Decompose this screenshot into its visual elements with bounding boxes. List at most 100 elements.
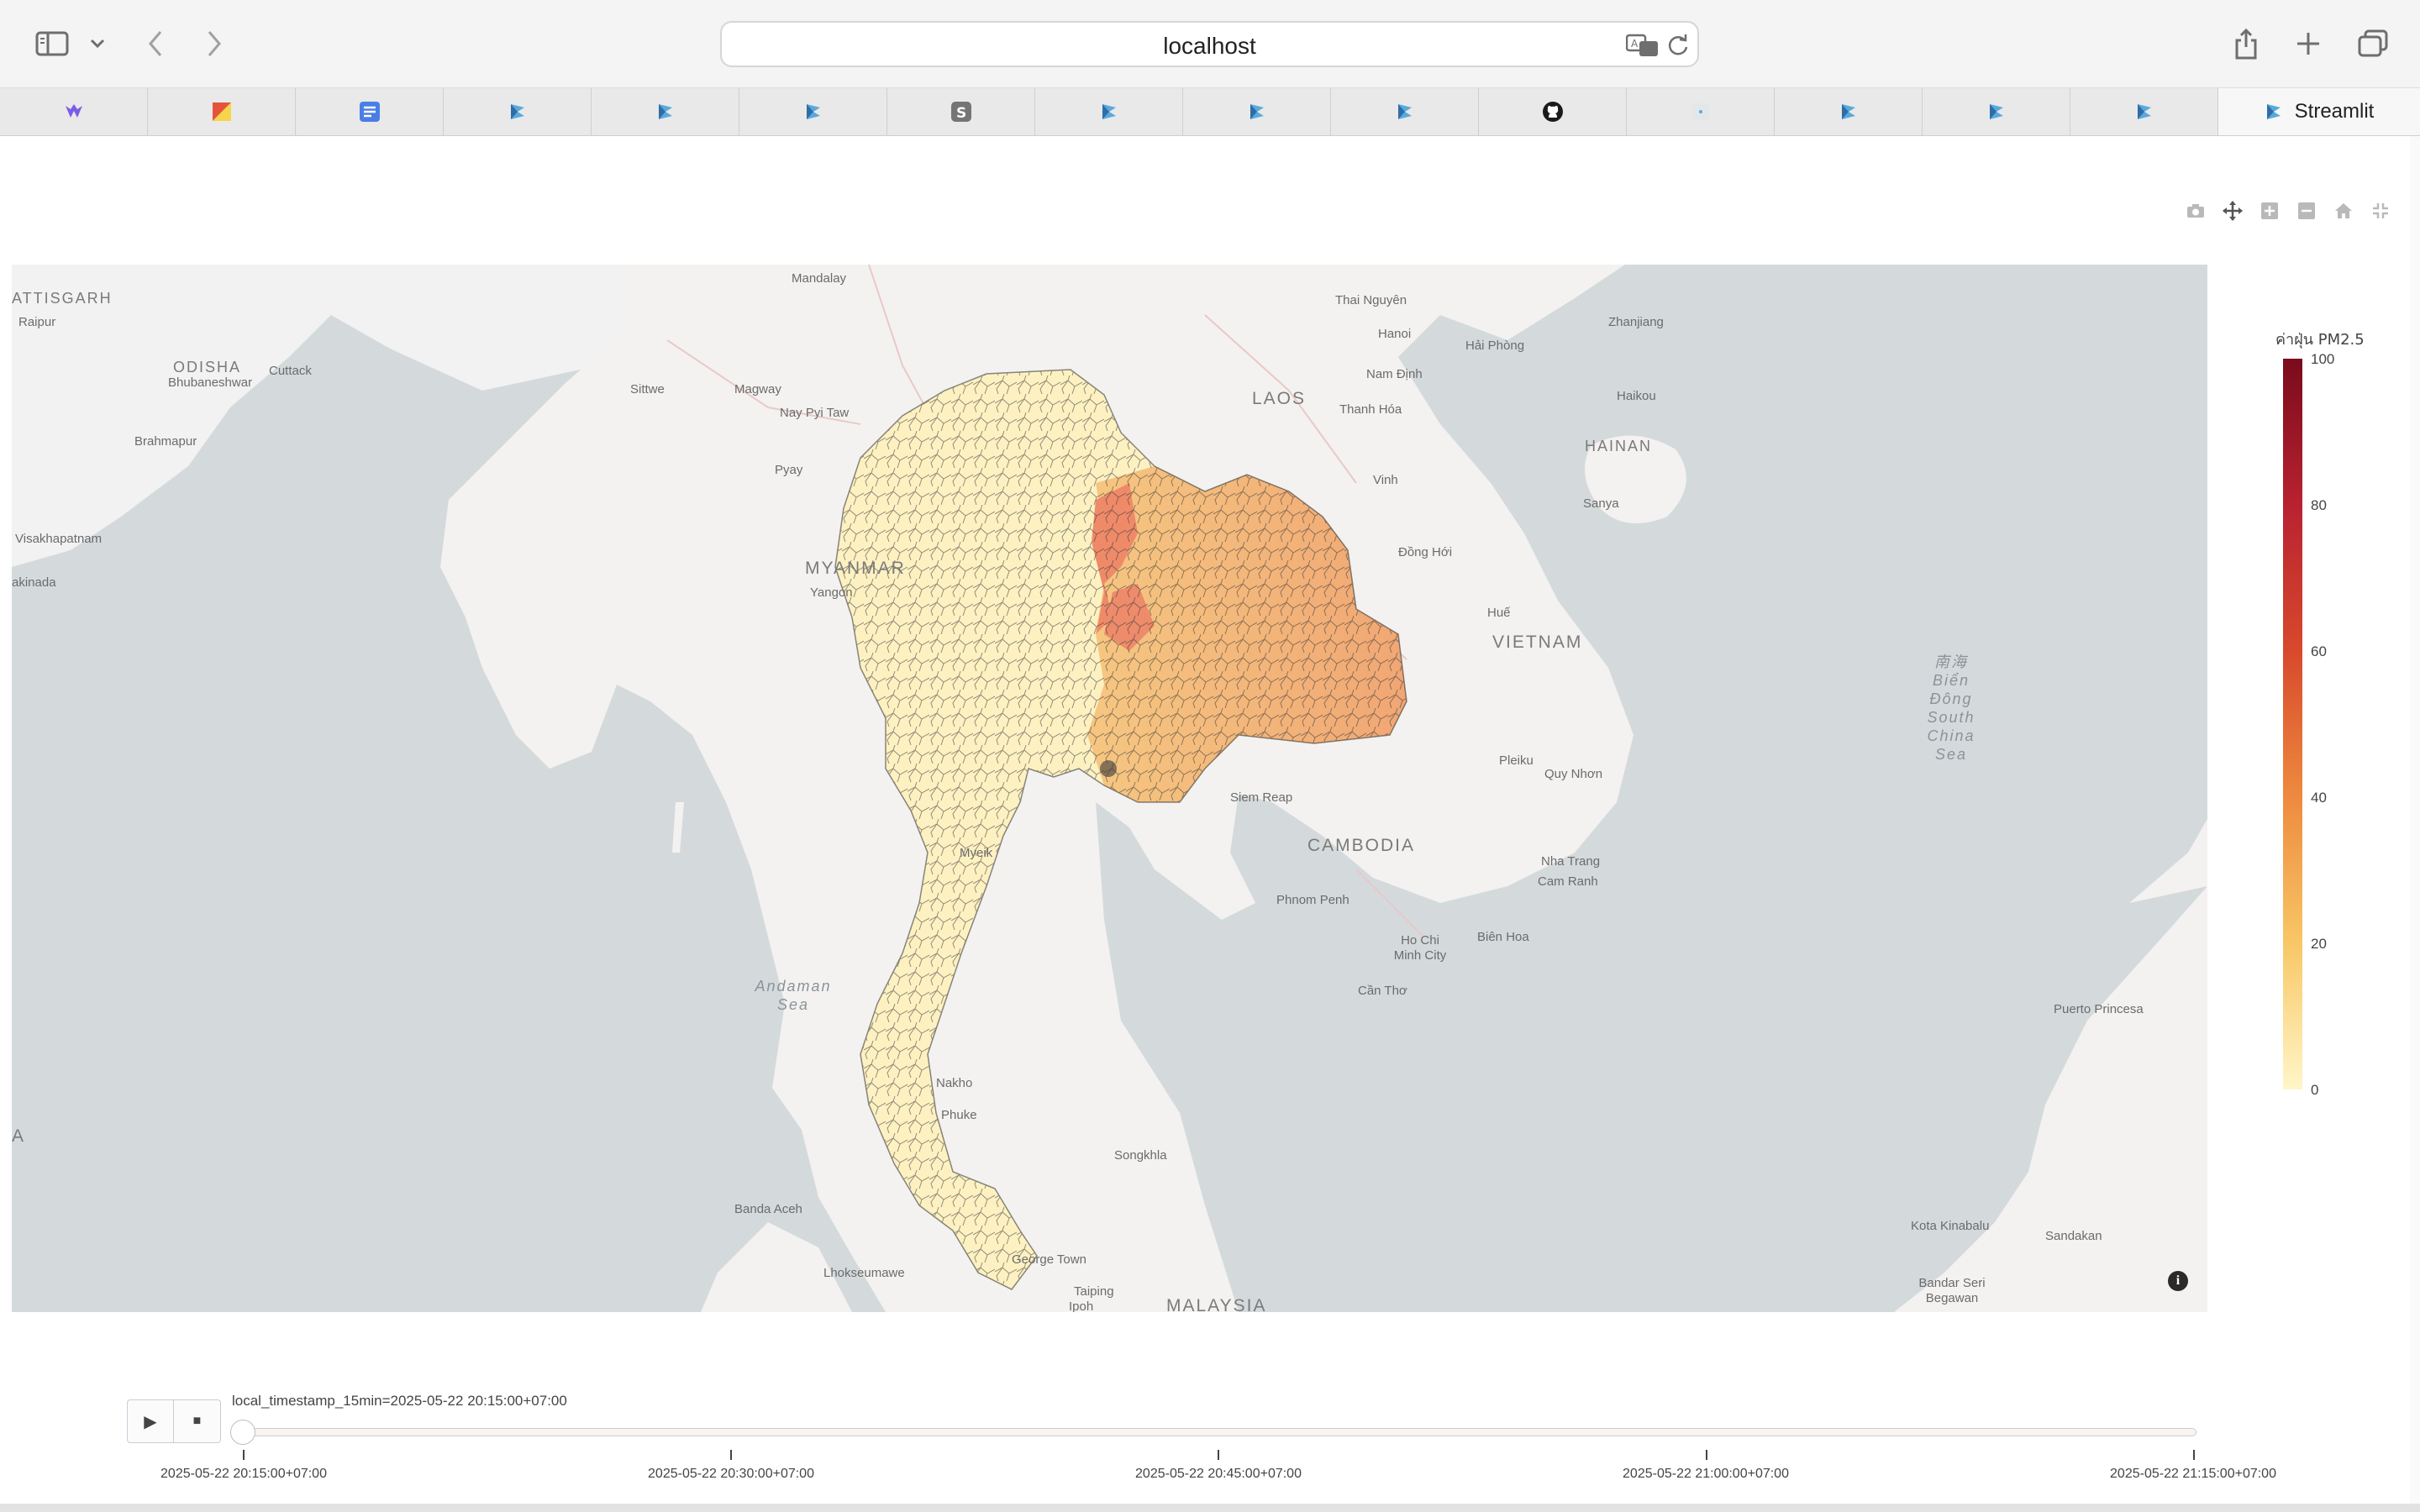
tab-1[interactable] xyxy=(0,88,148,135)
tab-8[interactable] xyxy=(1035,88,1183,135)
tab-13[interactable] xyxy=(1775,88,1923,135)
streamlit-icon xyxy=(806,104,820,119)
map-label-country: MALAYSIA xyxy=(1166,1296,1267,1312)
map-label-city: Vinh xyxy=(1373,473,1398,487)
tab-5[interactable] xyxy=(592,88,739,135)
map-label-city: Cần Thơ xyxy=(1358,984,1407,998)
slider-rail[interactable] xyxy=(232,1428,2196,1436)
slider-tick xyxy=(1218,1450,1219,1460)
map-label-city: Đồng Hới xyxy=(1398,545,1453,559)
page-scrollbar[interactable] xyxy=(2410,136,2420,1512)
colorbar xyxy=(2283,359,2302,1089)
map-label-city: Ipoh xyxy=(1069,1299,1094,1312)
map-label-city: Pleiku xyxy=(1499,753,1534,768)
map-attribution-info-icon[interactable]: i xyxy=(2168,1271,2188,1291)
map-label-region: A xyxy=(12,1126,26,1146)
tab-7[interactable]: S xyxy=(887,88,1035,135)
map-label-city: Yangon xyxy=(810,585,853,600)
map-label-region: ODISHA xyxy=(173,359,242,375)
colorbar-tick: 40 xyxy=(2311,790,2327,806)
reload-icon[interactable] xyxy=(1666,34,1690,61)
streamlit-icon xyxy=(1397,104,1412,119)
map-label-city: Cam Ranh xyxy=(1538,874,1598,889)
slider-step-label[interactable]: 2025-05-22 21:00:00+07:00 xyxy=(1623,1467,1789,1482)
home-icon[interactable] xyxy=(2333,200,2354,222)
colorbar-tick: 0 xyxy=(2311,1082,2319,1098)
slider-step-label[interactable]: 2025-05-22 21:15:00+07:00 xyxy=(2110,1467,2276,1482)
tab-14[interactable] xyxy=(1923,88,2070,135)
tab-9[interactable] xyxy=(1183,88,1331,135)
map-label-city: Magway xyxy=(734,382,781,396)
play-button[interactable]: ▶ xyxy=(127,1399,174,1443)
map-label-city: Raipur xyxy=(18,315,56,329)
slider-step-label[interactable]: 2025-05-22 20:30:00+07:00 xyxy=(648,1467,814,1482)
tab-overview-icon[interactable] xyxy=(2356,24,2390,64)
colorbar-tick: 60 xyxy=(2311,643,2327,659)
tab-3[interactable] xyxy=(296,88,444,135)
map-label-city: Thai Nguyên xyxy=(1335,293,1407,307)
s-icon: S xyxy=(950,102,971,122)
map-label-city: Sanya xyxy=(1583,496,1619,511)
map-label-country: CAMBODIA xyxy=(1307,836,1416,855)
slider-current-value: local_timestamp_15min=2025-05-22 20:15:0… xyxy=(232,1393,567,1409)
docs-icon xyxy=(359,102,380,122)
streamlit-icon xyxy=(1249,104,1264,119)
address-bar[interactable]: localhost A xyxy=(720,21,1699,67)
map-label-city: Myeik xyxy=(960,846,993,860)
map-label-country: MYANMAR xyxy=(805,559,906,578)
fullscreen-icon[interactable] xyxy=(2370,200,2391,222)
map-label-city: Banda Aceh xyxy=(734,1202,802,1216)
plot-modebar xyxy=(2185,200,2391,225)
map-label-city: Brahmapur xyxy=(134,434,197,449)
map-label-city: Quy Nhơn xyxy=(1544,767,1603,781)
map-label-city: Siem Reap xyxy=(1230,790,1293,805)
map-basemap xyxy=(12,265,2207,1312)
slider-step-label[interactable]: 2025-05-22 20:15:00+07:00 xyxy=(160,1467,327,1482)
map-label-city: Kota Kinabalu xyxy=(1911,1219,1990,1233)
map-label-city: akinada xyxy=(12,575,56,590)
map-label-city: Sittwe xyxy=(630,382,665,396)
tab-2[interactable] xyxy=(148,88,296,135)
tab-15[interactable] xyxy=(2070,88,2218,135)
map-label-city: Phnom Penh xyxy=(1276,893,1349,907)
choropleth-map[interactable]: Mandalay Thai Nguyên Hanoi Hải Phòng Zha… xyxy=(12,265,2207,1312)
tab-10[interactable] xyxy=(1331,88,1479,135)
colorbar-tick: 20 xyxy=(2311,936,2327,952)
back-icon[interactable] xyxy=(141,24,170,64)
map-label-city: Phuke xyxy=(941,1108,977,1122)
sidebar-toggle-icon[interactable] xyxy=(34,24,71,64)
translate-icon[interactable]: A xyxy=(1625,33,1660,62)
streamlit-icon xyxy=(1841,104,1855,119)
zoom-out-icon[interactable] xyxy=(2296,200,2317,222)
tab-streamlit-active[interactable]: Streamlit xyxy=(2218,88,2420,135)
map-label-city: Ho Chi Minh City xyxy=(1393,933,1447,963)
slider-handle[interactable] xyxy=(230,1420,255,1445)
url-text: localhost xyxy=(1163,33,1256,59)
tab-12[interactable] xyxy=(1627,88,1775,135)
map-label-city: Nakho xyxy=(936,1076,973,1090)
github-icon xyxy=(1542,102,1563,122)
forward-icon[interactable] xyxy=(200,24,229,64)
map-label-country: HAINAN xyxy=(1585,438,1653,454)
tab-6[interactable] xyxy=(739,88,887,135)
map-label-city: Hải Phòng xyxy=(1465,339,1525,353)
map-label-city: Taiping xyxy=(1074,1284,1114,1299)
pan-icon[interactable] xyxy=(2222,200,2244,222)
map-label-city: Pyay xyxy=(775,463,803,477)
tab-4[interactable] xyxy=(444,88,592,135)
streamlit-icon xyxy=(510,104,524,119)
map-label-city: Thanh Hóa xyxy=(1339,402,1402,417)
stop-button[interactable]: ■ xyxy=(174,1399,221,1443)
zoom-in-icon[interactable] xyxy=(2259,200,2281,222)
logo-icon xyxy=(65,104,82,118)
map-label-city: Zhanjiang xyxy=(1608,315,1664,329)
gmail-icon xyxy=(212,102,231,121)
camera-icon[interactable] xyxy=(2185,200,2207,222)
chevron-down-icon[interactable] xyxy=(86,24,109,64)
slider-step-label[interactable]: 2025-05-22 20:45:00+07:00 xyxy=(1135,1467,1302,1482)
map-label-city: Huế xyxy=(1487,606,1511,620)
share-icon[interactable] xyxy=(2232,24,2260,64)
streamlit-icon xyxy=(658,104,672,119)
new-tab-icon[interactable] xyxy=(2294,24,2323,64)
tab-11[interactable] xyxy=(1479,88,1627,135)
